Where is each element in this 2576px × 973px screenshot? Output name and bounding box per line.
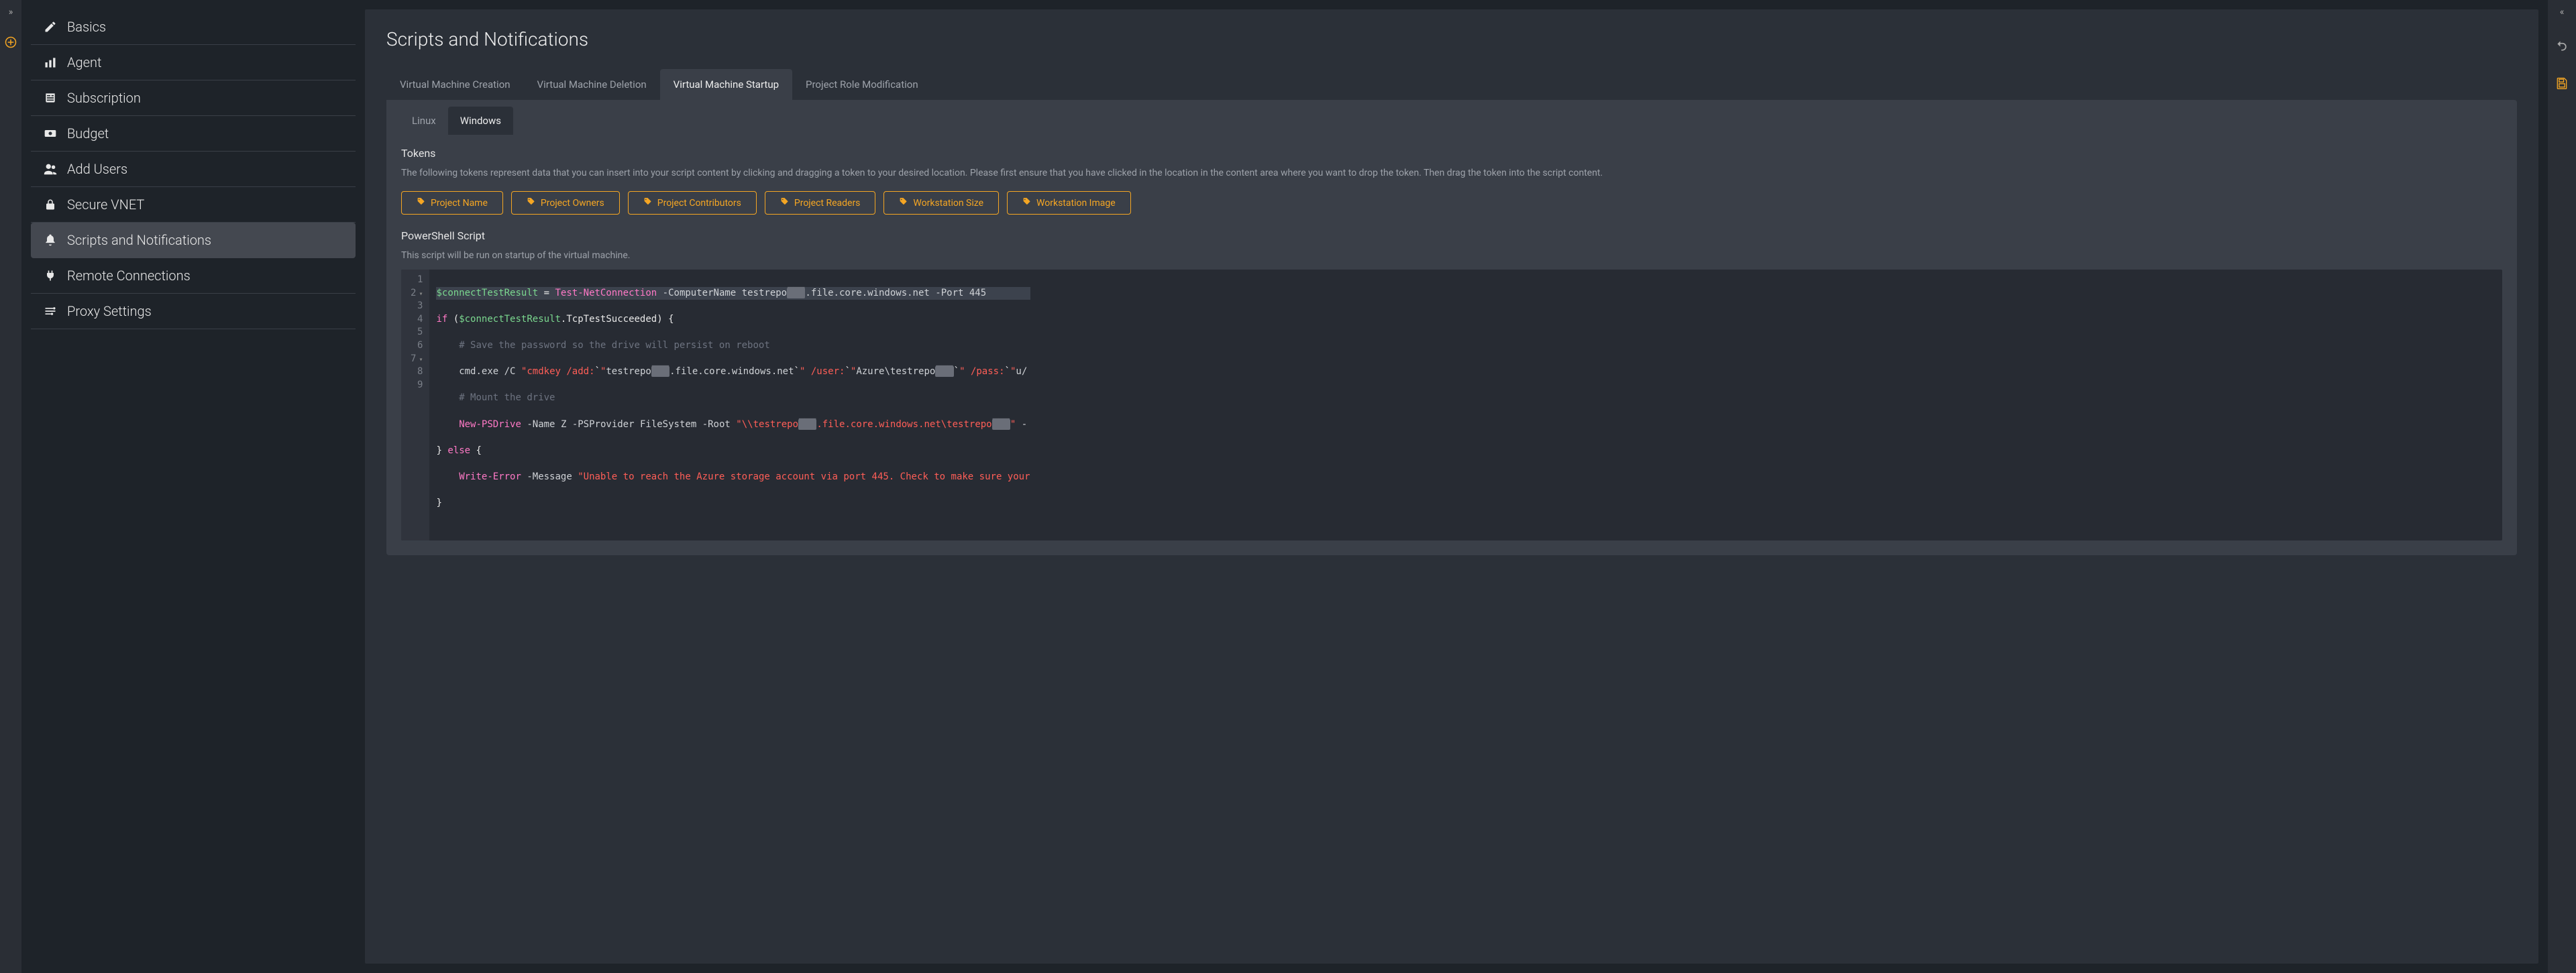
- add-button[interactable]: [5, 36, 17, 51]
- tokens-heading: Tokens: [401, 147, 2502, 160]
- tab-windows[interactable]: Windows: [448, 107, 513, 135]
- sidebar-item-label: Agent: [67, 54, 101, 70]
- sidebar-item-secure-vnet[interactable]: Secure VNET: [31, 187, 356, 223]
- script-editor[interactable]: 1 2▾ 3 4 5 6 7▾ 8 9 $connectTestResult =…: [401, 270, 2502, 540]
- script-heading: PowerShell Script: [401, 229, 2502, 242]
- tag-icon: [780, 197, 789, 209]
- sidebar-item-agent[interactable]: Agent: [31, 45, 356, 80]
- lock-icon: [43, 197, 58, 212]
- tab-role-mod[interactable]: Project Role Modification: [792, 69, 932, 100]
- sidebar: Basics Agent Subscription Budget Add Use…: [21, 0, 365, 973]
- page-title: Scripts and Notifications: [386, 28, 2517, 50]
- token-label: Workstation Size: [913, 198, 983, 209]
- token-label: Workstation Image: [1036, 198, 1116, 209]
- tabs-os: Linux Windows: [386, 100, 2517, 135]
- tag-icon: [527, 197, 535, 209]
- tag-icon: [417, 197, 425, 209]
- tag-icon: [1022, 197, 1031, 209]
- script-description: This script will be run on startup of th…: [401, 249, 2502, 263]
- sidebar-item-add-users[interactable]: Add Users: [31, 152, 356, 187]
- sidebar-item-scripts-notifications[interactable]: Scripts and Notifications: [31, 223, 356, 258]
- users-icon: [43, 162, 58, 176]
- token-workstation-size[interactable]: Workstation Size: [883, 191, 999, 215]
- cash-icon: [43, 126, 58, 141]
- tab-linux[interactable]: Linux: [400, 107, 448, 135]
- sidebar-item-label: Basics: [67, 19, 106, 35]
- token-label: Project Owners: [541, 198, 604, 209]
- sidebar-item-label: Remote Connections: [67, 268, 191, 284]
- token-label: Project Name: [431, 198, 488, 209]
- token-project-contributors[interactable]: Project Contributors: [628, 191, 757, 215]
- expand-left-icon[interactable]: »: [9, 7, 13, 17]
- plug-icon: [43, 268, 58, 283]
- tag-icon: [643, 197, 652, 209]
- tab-vm-creation[interactable]: Virtual Machine Creation: [386, 69, 524, 100]
- collapse-right-icon[interactable]: «: [2560, 7, 2565, 17]
- token-project-readers[interactable]: Project Readers: [765, 191, 876, 215]
- sidebar-item-label: Proxy Settings: [67, 303, 152, 319]
- sidebar-item-basics[interactable]: Basics: [31, 9, 356, 45]
- main-panel: Scripts and Notifications Virtual Machin…: [365, 9, 2538, 964]
- token-project-owners[interactable]: Project Owners: [511, 191, 620, 215]
- tokens-description: The following tokens represent data that…: [401, 166, 2502, 180]
- token-project-name[interactable]: Project Name: [401, 191, 503, 215]
- tabs-event: Virtual Machine Creation Virtual Machine…: [386, 69, 2517, 100]
- tag-icon: [899, 197, 908, 209]
- left-rail: »: [0, 0, 21, 973]
- save-button[interactable]: [2555, 76, 2569, 93]
- editor-code[interactable]: $connectTestResult = Test-NetConnection …: [429, 270, 1036, 540]
- sidebar-item-label: Add Users: [67, 161, 127, 177]
- sidebar-item-label: Subscription: [67, 90, 141, 106]
- tab-vm-deletion[interactable]: Virtual Machine Deletion: [524, 69, 660, 100]
- tab-vm-startup[interactable]: Virtual Machine Startup: [660, 69, 792, 100]
- sidebar-item-label: Secure VNET: [67, 196, 144, 213]
- right-rail: «: [2548, 0, 2576, 973]
- token-label: Project Readers: [794, 198, 861, 209]
- bell-icon: [43, 233, 58, 247]
- token-label: Project Contributors: [657, 198, 741, 209]
- token-row: Project Name Project Owners Project Contri…: [401, 191, 2502, 215]
- sidebar-item-remote-connections[interactable]: Remote Connections: [31, 258, 356, 294]
- editor-gutter: 1 2▾ 3 4 5 6 7▾ 8 9: [401, 270, 429, 540]
- pencil-icon: [43, 19, 58, 34]
- sidebar-item-subscription[interactable]: Subscription: [31, 80, 356, 116]
- sliders-icon: [43, 304, 58, 319]
- token-workstation-image[interactable]: Workstation Image: [1007, 191, 1131, 215]
- sidebar-item-budget[interactable]: Budget: [31, 116, 356, 152]
- sidebar-item-label: Budget: [67, 125, 109, 141]
- undo-button[interactable]: [2555, 39, 2569, 55]
- sidebar-item-label: Scripts and Notifications: [67, 232, 211, 248]
- bars-icon: [43, 55, 58, 70]
- sidebar-item-proxy-settings[interactable]: Proxy Settings: [31, 294, 356, 329]
- news-icon: [43, 91, 58, 105]
